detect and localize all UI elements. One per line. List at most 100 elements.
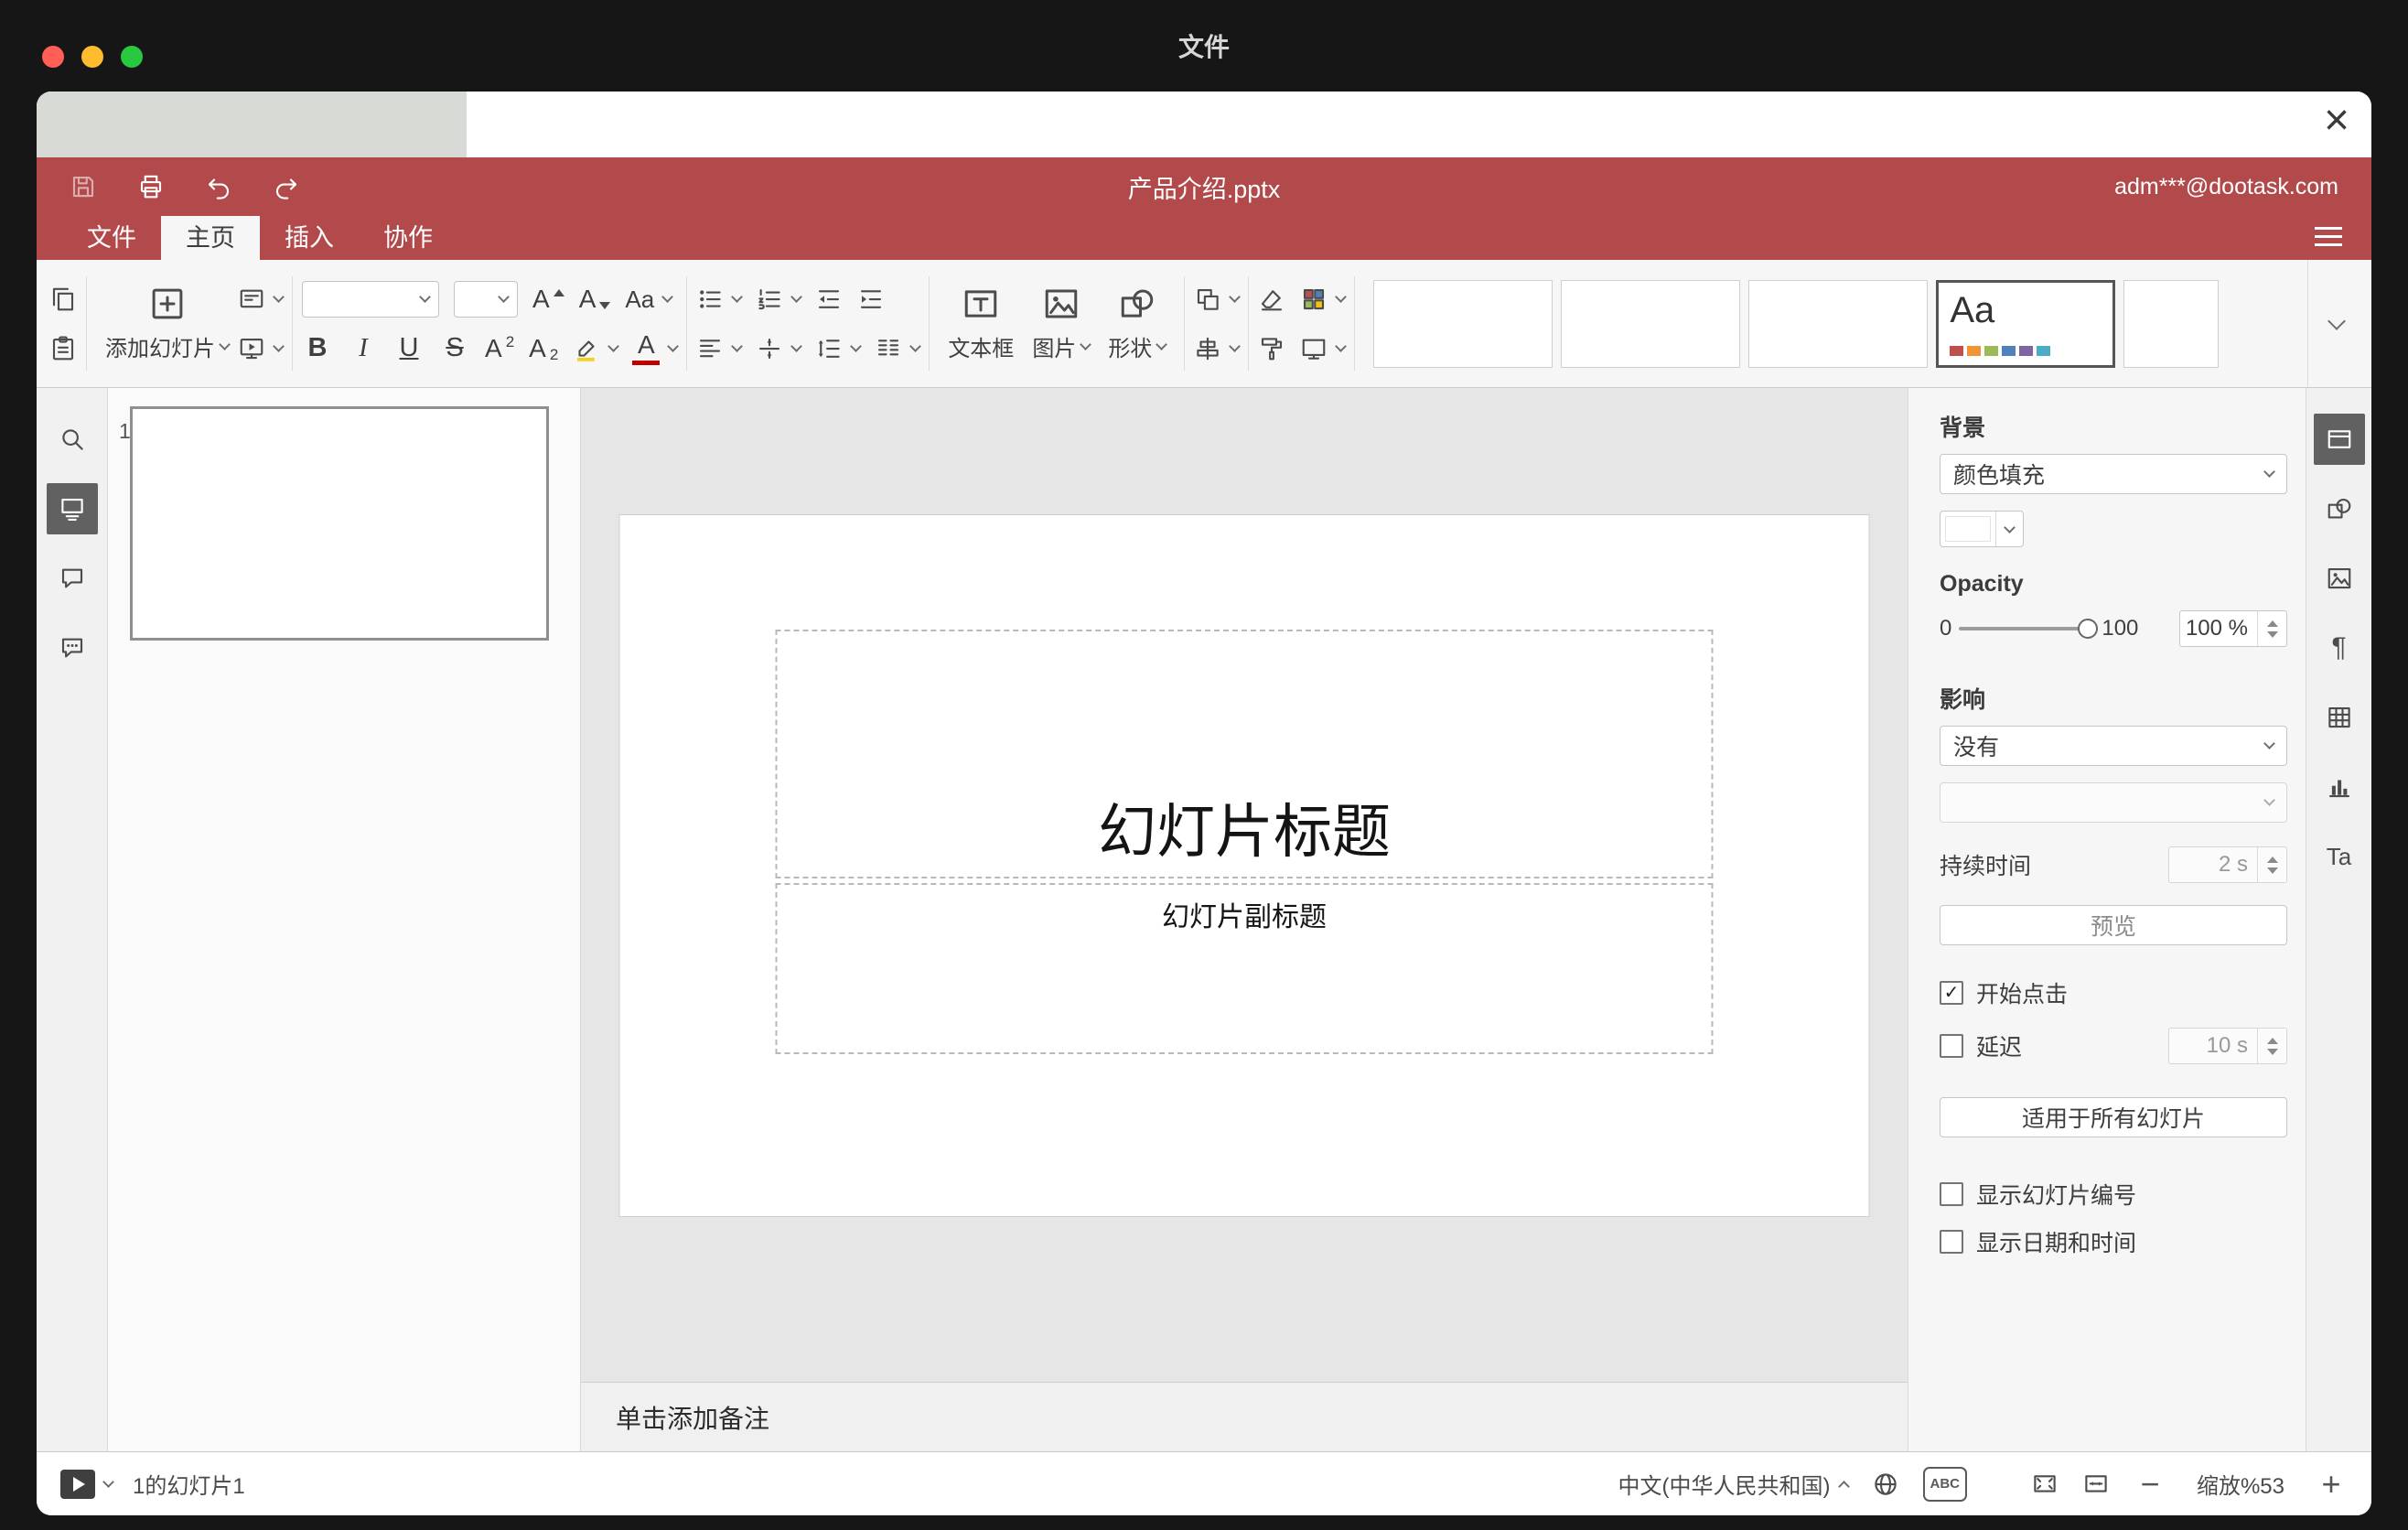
font-color-button[interactable]: A xyxy=(632,331,680,365)
clear-style-button[interactable] xyxy=(1258,286,1285,313)
chart-settings-button[interactable] xyxy=(2314,761,2365,813)
vertical-align-icon xyxy=(759,338,780,359)
start-on-click-checkbox[interactable]: ✓ 开始点击 xyxy=(1940,976,2287,1009)
tab-collaboration[interactable]: 协作 xyxy=(359,216,457,260)
strikethrough-button[interactable]: S xyxy=(439,335,470,361)
zoom-out-button[interactable]: − xyxy=(2134,1467,2166,1501)
copy-style-button[interactable] xyxy=(1258,335,1285,362)
fill-type-select[interactable]: 颜色填充 xyxy=(1940,454,2287,494)
bullets-button[interactable] xyxy=(696,286,744,313)
color-scheme-button[interactable] xyxy=(1300,286,1348,313)
decrease-indent-button[interactable] xyxy=(815,286,843,313)
image-settings-button[interactable] xyxy=(2314,553,2365,604)
save-button[interactable] xyxy=(70,173,97,200)
add-slide-button[interactable]: 添加幻灯片 xyxy=(96,285,238,362)
opacity-slider[interactable] xyxy=(1959,619,2099,639)
slide-thumbnail[interactable] xyxy=(130,406,549,641)
spinner[interactable] xyxy=(2257,847,2286,882)
spellcheck-button[interactable]: ABC xyxy=(1922,1466,1967,1502)
delay-input[interactable]: 10 s xyxy=(2168,1028,2287,1064)
subtitle-placeholder[interactable]: 幻灯片副标题 xyxy=(775,883,1714,1054)
slide-settings-icon xyxy=(2327,430,2350,448)
redo-button[interactable] xyxy=(273,173,300,200)
show-slide-number-checkbox[interactable]: 显示幻灯片编号 xyxy=(1940,1178,2287,1211)
opacity-slider-handle[interactable] xyxy=(2078,619,2099,639)
decrease-font-button[interactable]: A xyxy=(579,286,611,312)
start-slideshow-button[interactable] xyxy=(238,335,285,362)
font-name-select[interactable] xyxy=(302,280,439,318)
vertical-align-button[interactable] xyxy=(756,335,803,362)
font-size-select[interactable] xyxy=(454,280,518,318)
slide-size-button[interactable] xyxy=(1300,335,1348,362)
underline-button[interactable]: U xyxy=(393,335,425,361)
theme-gallery-expand-button[interactable] xyxy=(2307,260,2359,387)
insert-image-button[interactable]: 图片 xyxy=(1023,285,1099,362)
theme-item[interactable] xyxy=(1373,279,1553,368)
print-button[interactable] xyxy=(137,173,165,200)
color-swatch xyxy=(1945,516,1991,542)
slide-layout-button[interactable] xyxy=(238,286,285,313)
document-language-button[interactable] xyxy=(1872,1471,1899,1498)
textart-settings-button[interactable]: Ta xyxy=(2314,831,2365,882)
spin-up-icon xyxy=(2266,1037,2278,1044)
tab-home[interactable]: 主页 xyxy=(161,216,260,260)
show-date-time-checkbox[interactable]: 显示日期和时间 xyxy=(1940,1225,2287,1258)
title-placeholder[interactable]: 幻灯片标题 xyxy=(775,630,1714,878)
theme-item-selected[interactable]: Aa xyxy=(1936,279,2116,368)
slideshow-icon xyxy=(240,338,263,359)
shape-settings-button[interactable] xyxy=(2314,483,2365,534)
theme-item[interactable] xyxy=(1748,279,1929,368)
align-shape-button[interactable] xyxy=(1194,335,1242,362)
chevron-down-icon xyxy=(102,1475,114,1488)
fit-to-slide-button[interactable] xyxy=(2031,1471,2059,1498)
superscript-button[interactable]: A2 xyxy=(485,333,514,364)
search-panel-button[interactable] xyxy=(47,414,98,465)
columns-button[interactable] xyxy=(875,335,922,362)
table-settings-button[interactable] xyxy=(2314,692,2365,743)
start-slideshow-status-button[interactable] xyxy=(60,1469,95,1499)
fill-color-select[interactable] xyxy=(1940,511,2024,547)
undo-button[interactable] xyxy=(205,173,232,200)
line-spacing-button[interactable] xyxy=(815,335,863,362)
arrange-shape-button[interactable] xyxy=(1194,286,1242,313)
italic-button[interactable]: I xyxy=(348,335,379,361)
theme-item[interactable] xyxy=(2123,279,2220,368)
slide-settings-button[interactable] xyxy=(2313,414,2365,465)
insert-shape-button[interactable]: 形状 xyxy=(1099,285,1175,362)
menu-hamburger-icon[interactable] xyxy=(2315,227,2342,246)
change-case-button[interactable]: Aa xyxy=(625,287,674,311)
undo-icon xyxy=(208,178,229,199)
subscript-button[interactable]: A2 xyxy=(529,333,558,364)
comments-panel-button[interactable] xyxy=(47,553,98,604)
effect-select[interactable]: 没有 xyxy=(1940,726,2287,766)
delay-checkbox[interactable]: 延迟 xyxy=(1940,1029,2022,1062)
bold-button[interactable]: B xyxy=(302,335,333,361)
insert-textbox-button[interactable]: 文本框 xyxy=(939,285,1023,362)
copy-button[interactable] xyxy=(49,286,77,313)
notes-area[interactable]: 单击添加备注 xyxy=(581,1382,1908,1451)
apply-to-all-slides-button[interactable]: 适用于所有幻灯片 xyxy=(1940,1097,2287,1137)
close-icon[interactable]: × xyxy=(2324,99,2349,143)
tab-insert[interactable]: 插入 xyxy=(260,216,359,260)
numbering-button[interactable] xyxy=(756,286,803,313)
tab-file[interactable]: 文件 xyxy=(62,216,161,260)
fit-to-width-button[interactable] xyxy=(2082,1471,2110,1498)
theme-item[interactable] xyxy=(1561,279,1741,368)
preview-button[interactable]: 预览 xyxy=(1940,905,2287,945)
duration-input[interactable]: 2 s xyxy=(2168,846,2287,883)
increase-font-button[interactable]: A xyxy=(532,286,564,312)
spinner[interactable] xyxy=(2257,1029,2286,1063)
language-select[interactable]: 中文(中华人民共和国) xyxy=(1618,1468,1850,1500)
paste-button[interactable] xyxy=(49,335,77,362)
slide-thumbnail-number: 1 xyxy=(119,419,131,443)
chat-panel-button[interactable] xyxy=(47,622,98,673)
highlight-color-button[interactable] xyxy=(573,335,620,362)
opacity-input[interactable]: 100 % xyxy=(2179,610,2287,647)
increase-indent-button[interactable] xyxy=(857,286,885,313)
horizontal-align-button[interactable] xyxy=(696,335,744,362)
effect-variant-select[interactable] xyxy=(1940,782,2287,823)
spinner[interactable] xyxy=(2257,611,2286,646)
slides-panel-button[interactable] xyxy=(46,483,98,534)
paragraph-settings-button[interactable]: ¶ xyxy=(2314,622,2365,673)
zoom-in-button[interactable]: + xyxy=(2315,1467,2348,1501)
